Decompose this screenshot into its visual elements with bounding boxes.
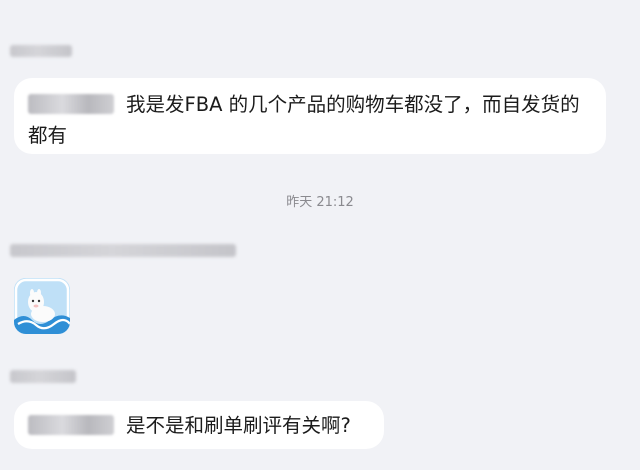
mention-blurred <box>28 413 114 435</box>
alpaca-sticker[interactable] <box>14 278 70 334</box>
sender-name-blurred <box>10 45 72 57</box>
message-bubble[interactable]: 我是发FBA 的几个产品的购物车都没了，而自发货的都有 <box>14 78 606 154</box>
message-bubble[interactable]: 是不是和刷单刷评有关啊? <box>14 401 384 449</box>
timestamp: 昨天 21:12 <box>286 195 354 210</box>
message-text: 是不是和刷单刷评有关啊? <box>126 414 351 437</box>
alpaca-icon <box>14 278 70 334</box>
mention-blurred <box>28 92 114 114</box>
sender-name-blurred <box>10 244 236 257</box>
sender-name-blurred <box>10 370 76 383</box>
